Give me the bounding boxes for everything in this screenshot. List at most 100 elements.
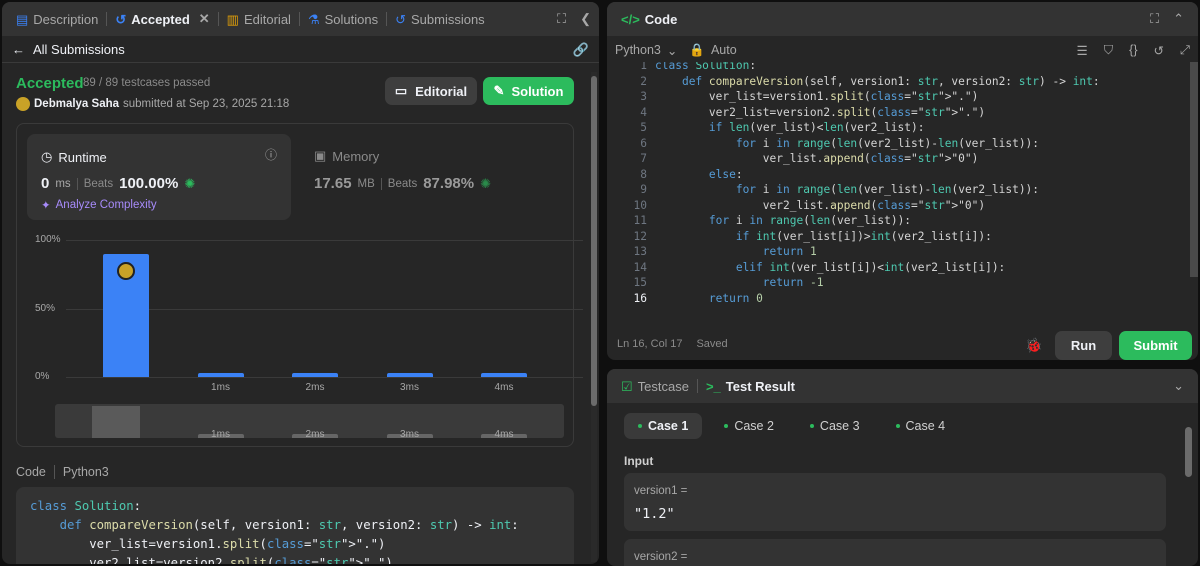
arrow-left-icon: ← <box>12 42 25 57</box>
code-tabbar: </> Code ⛶ ⌃ <box>607 2 1198 36</box>
status-accepted: Accepted <box>16 75 84 92</box>
chart-bar[interactable] <box>197 373 244 377</box>
code-line[interactable]: def compareVersion(self, version1: str, … <box>655 74 1100 90</box>
code-line[interactable]: ver_list=version1.split(class="str">".") <box>655 89 979 105</box>
chart-bar[interactable] <box>292 373 338 377</box>
line-number: 1 <box>640 62 647 72</box>
maximize-icon[interactable]: ⛶ <box>557 11 566 27</box>
close-icon[interactable]: ✕ <box>199 11 210 27</box>
code-line[interactable]: elif int(ver_list[i])<int(ver2_list[i]): <box>655 260 1005 276</box>
lock-icon: 🔒 <box>689 42 705 57</box>
code-line[interactable]: ver2_list=version2.split(class="str">"."… <box>655 105 985 121</box>
pencil-icon: ✎ <box>493 83 505 98</box>
chart-bar[interactable] <box>103 253 149 377</box>
tab-accepted[interactable]: ↺ Accepted ✕ <box>109 2 215 36</box>
line-number: 15 <box>633 276 647 289</box>
param-box[interactable]: version1 = "1.2" <box>624 473 1166 531</box>
code-line[interactable]: return -1 <box>655 275 824 291</box>
runtime-card[interactable]: ◷ Runtime ⓘ 0 ms Beats 100.00% ✺ ✦ Analyze… <box>27 134 291 220</box>
x-tick-label: 2ms <box>305 382 325 393</box>
case-tab[interactable]: Case 3 <box>796 413 874 439</box>
code-line[interactable]: for i in range(len(ver_list)): <box>655 213 911 229</box>
y-tick-label: 0% <box>35 371 50 382</box>
runtime-distribution-chart: 100% 50% 0% 1ms 2ms 3ms 4ms <box>30 232 583 393</box>
reset-icon[interactable]: ↺ <box>1154 43 1164 58</box>
tab-testcase[interactable]: ☑ Testcase <box>615 369 695 403</box>
code-line[interactable]: class Solution: <box>655 62 756 74</box>
mode-label[interactable]: Auto <box>711 43 737 57</box>
link-icon[interactable]: 🔗 <box>573 42 589 58</box>
tab-test-result[interactable]: >_ Test Result <box>700 369 801 403</box>
analyze-complexity-link[interactable]: ✦ Analyze Complexity <box>41 198 157 212</box>
author-name[interactable]: Debmalya Saha <box>34 98 119 110</box>
chip-icon: ▣ <box>314 148 327 163</box>
info-icon[interactable]: ⓘ <box>265 146 277 163</box>
tab-solutions[interactable]: ⚗ Solutions <box>302 2 384 36</box>
param-box[interactable]: version2 = <box>624 539 1166 566</box>
line-number: 13 <box>633 245 647 258</box>
test-tabbar: ☑ Testcase >_ Test Result ⌄ <box>607 369 1198 403</box>
code-editor-panel: </> Code ⛶ ⌃ Python3 ⌄ 🔒 Auto ☰ ⛉ {} ↺ ⤢ … <box>607 2 1198 360</box>
checkbox-icon: ☑ <box>621 378 633 394</box>
code-line[interactable]: if int(ver_list[i])>int(ver2_list[i]): <box>655 229 992 245</box>
braces-icon[interactable]: {} <box>1129 43 1137 57</box>
code-line[interactable]: for i in range(len(ver_list)-len(ver2_li… <box>655 182 1039 198</box>
chart-range-slider[interactable]: 1ms 2ms 3ms 4ms <box>55 404 564 440</box>
bookmark-icon[interactable]: ⛉ <box>1104 43 1113 58</box>
code-line[interactable]: ver_list.append(class="str">"0") <box>655 151 979 167</box>
code-line[interactable]: for i in range(len(ver2_list)-len(ver_li… <box>655 136 1039 152</box>
line-number: 12 <box>633 229 647 243</box>
mini-tick-label: 2ms <box>305 429 325 440</box>
code-icon: </> <box>621 11 640 27</box>
mini-tick-label: 4ms <box>494 429 514 440</box>
document-icon: ▤ <box>16 11 29 27</box>
scrollbar[interactable] <box>1190 62 1198 277</box>
tab-editorial[interactable]: ▥ Editorial <box>221 2 297 36</box>
code-line[interactable]: if len(ver_list)<len(ver2_list): <box>655 120 925 136</box>
run-button[interactable]: Run <box>1055 331 1112 360</box>
memory-card[interactable]: ▣ Memory 17.65 MB Beats 87.98% ✺ <box>314 148 491 192</box>
submit-button[interactable]: Submit <box>1119 331 1192 360</box>
y-tick-label: 50% <box>35 302 56 314</box>
expand-icon[interactable]: ⤢ <box>1180 43 1190 58</box>
debug-icon[interactable]: 🐞 <box>1025 337 1042 354</box>
code-line[interactable]: else: <box>655 167 743 183</box>
tab-submissions[interactable]: ↺ Submissions <box>389 2 491 36</box>
chart-bar[interactable] <box>481 373 527 377</box>
collapse-icon[interactable]: ⌃ <box>1173 11 1184 27</box>
clock-icon: ◷ <box>41 149 53 164</box>
tab-code[interactable]: </> Code <box>615 2 683 36</box>
code-line[interactable]: return 0 <box>655 291 763 307</box>
solution-button[interactable]: ✎ Solution <box>483 77 574 105</box>
submitted-code: class Solution: def compareVersion(self,… <box>16 487 574 564</box>
all-submissions-link[interactable]: ← All Submissions <box>12 42 125 57</box>
format-icon[interactable]: ☰ <box>1077 43 1088 58</box>
avatar[interactable] <box>16 97 30 111</box>
scrollbar[interactable] <box>591 72 597 562</box>
code-line[interactable]: return 1 <box>655 244 817 260</box>
submission-panel: ▤ Description ↺ Accepted ✕ ▥ Editorial ⚗ Solu… <box>2 2 599 564</box>
tab-description[interactable]: ▤ Description <box>10 2 104 36</box>
clap-icon: ✺ <box>184 175 196 191</box>
editor-toolbar: Python3 ⌄ 🔒 Auto ☰ ⛉ {} ↺ ⤢ <box>607 36 1198 64</box>
case-tab[interactable]: Case 2 <box>710 413 788 439</box>
collapse-icon[interactable]: ⌄ <box>1173 378 1184 394</box>
case-tab[interactable]: Case 1 <box>624 413 703 439</box>
cursor-position: Ln 16, Col 17 <box>617 338 683 350</box>
line-number: 8 <box>640 167 647 181</box>
x-tick-label: 3ms <box>400 382 419 393</box>
code-line[interactable]: ver2_list.append(class="str">"0") <box>655 198 985 214</box>
maximize-icon[interactable]: ⛶ <box>1150 11 1159 27</box>
collapse-icon[interactable]: ❮ <box>580 11 591 27</box>
language-select[interactable]: Python3 <box>615 43 661 57</box>
gridline <box>66 240 583 241</box>
scrollbar[interactable] <box>1185 399 1193 561</box>
code-editor[interactable]: 1 class Solution: 2 def compareVersion(sel… <box>607 62 1190 312</box>
case-tabs: Case 1 Case 2 Case 3 Case 4 <box>624 413 959 439</box>
editorial-button[interactable]: ▭ Editorial <box>385 77 477 105</box>
input-label: Input <box>624 454 654 468</box>
chart-bar[interactable] <box>386 373 433 377</box>
memory-value: 17.65 <box>314 175 352 192</box>
line-number: 5 <box>640 121 647 134</box>
case-tab[interactable]: Case 4 <box>882 413 960 439</box>
